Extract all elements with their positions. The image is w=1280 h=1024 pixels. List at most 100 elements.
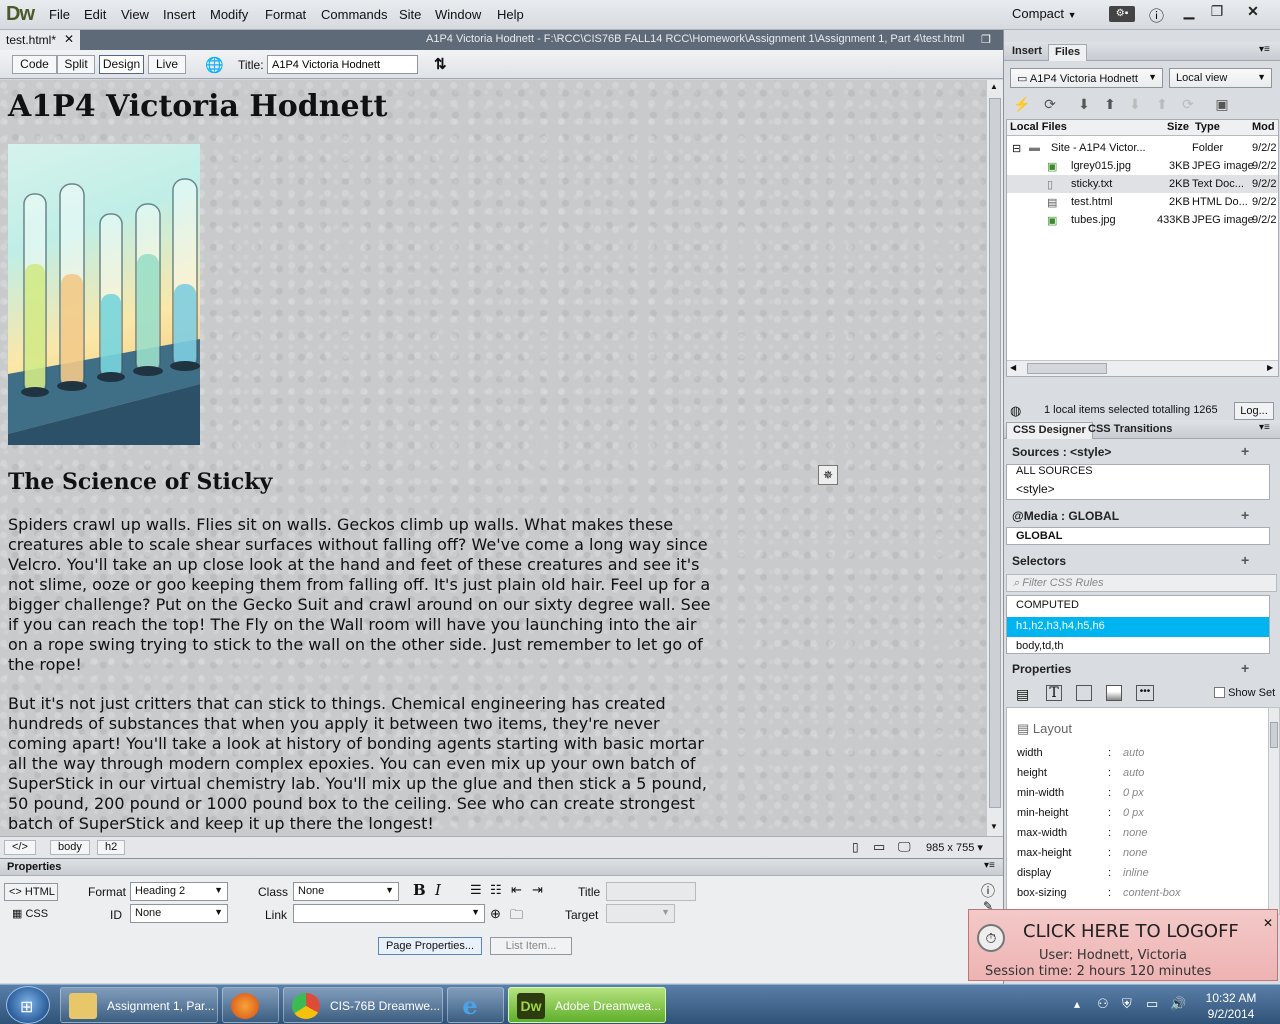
prop-value[interactable]: content-box xyxy=(1123,887,1180,899)
canvas-scrollbar[interactable]: ▲ ▼ xyxy=(986,80,1003,836)
prop-row[interactable]: display: inline xyxy=(1017,864,1267,884)
collapse-icon[interactable]: ⊟ xyxy=(1012,142,1021,155)
close-icon[interactable]: ✕ xyxy=(1263,916,1273,930)
tab-files[interactable]: Files xyxy=(1048,44,1088,61)
design-canvas[interactable]: A1P4 Victoria Hodnett The Science of Sti… xyxy=(0,80,986,836)
design-view-button[interactable]: Design xyxy=(99,55,144,74)
more-category-icon[interactable]: ••• xyxy=(1136,685,1154,701)
add-selector-button[interactable]: + xyxy=(1241,552,1249,568)
prop-row[interactable]: min-width:0 px xyxy=(1017,784,1267,804)
add-media-button[interactable]: + xyxy=(1241,507,1249,523)
restore-doc-icon[interactable]: ❐ xyxy=(981,33,991,46)
point-to-file-icon[interactable]: ⊕ xyxy=(490,906,501,922)
get-files-icon[interactable]: ⬇ xyxy=(1074,96,1094,114)
indent-icon[interactable]: ⇥ xyxy=(532,882,543,898)
menu-insert[interactable]: Insert xyxy=(163,7,196,22)
selector-item[interactable]: body,td,th xyxy=(1016,640,1064,652)
tag-h2[interactable]: h2 xyxy=(97,840,126,855)
menu-edit[interactable]: Edit xyxy=(84,7,106,22)
minimize-button[interactable]: ▁ xyxy=(1175,1,1203,23)
page-properties-button[interactable]: Page Properties... xyxy=(378,937,482,955)
split-view-button[interactable]: Split xyxy=(57,55,95,74)
selector-item-selected[interactable]: h1,h2,h3,h4,h5,h6 xyxy=(1007,617,1269,637)
tag-body[interactable]: body xyxy=(50,840,90,855)
selector-item[interactable]: COMPUTED xyxy=(1016,599,1079,611)
prop-row[interactable]: width: auto xyxy=(1017,744,1267,764)
target-select[interactable]: ▼ xyxy=(606,904,675,923)
bold-icon[interactable]: B xyxy=(413,881,426,899)
section-heading[interactable]: The Science of Sticky xyxy=(8,469,272,495)
taskbar-dreamweaver[interactable]: Dw Adobe Dreamwea... xyxy=(508,987,666,1023)
border-category-icon[interactable] xyxy=(1076,685,1092,701)
file-row[interactable]: ▣ lgrey015.jpg 3KB JPEG image 9/2/2 xyxy=(1007,157,1278,175)
paragraph-2[interactable]: But it's not just critters that can stic… xyxy=(8,694,718,834)
prop-row[interactable]: box-sizing: content-box xyxy=(1017,884,1267,904)
file-transfer-icon[interactable]: ⇅ xyxy=(434,55,447,73)
close-window-button[interactable]: ✕ xyxy=(1239,1,1267,23)
display-tray-icon[interactable]: ▭ xyxy=(1146,996,1158,1012)
unordered-list-icon[interactable]: ☰ xyxy=(470,882,482,898)
scroll-down-icon[interactable]: ▼ xyxy=(990,822,998,831)
prop-value[interactable]: none xyxy=(1123,847,1147,859)
prop-value[interactable]: 0 px xyxy=(1123,807,1144,819)
layout-category-icon[interactable]: ▤ xyxy=(1016,686,1029,703)
prop-row[interactable]: max-height: none xyxy=(1017,844,1267,864)
filter-css-input[interactable]: ⌕ Filter CSS Rules xyxy=(1006,574,1277,592)
anchor-marker-icon[interactable]: ✵ xyxy=(818,465,838,485)
check-in-icon[interactable]: ⬆ xyxy=(1152,96,1172,114)
menu-format[interactable]: Format xyxy=(265,7,306,22)
restore-button[interactable]: ❐ xyxy=(1203,1,1231,23)
put-files-icon[interactable]: ⬆ xyxy=(1100,96,1120,114)
sync-settings-icon[interactable]: ⚙▪ xyxy=(1109,6,1135,22)
connect-icon[interactable]: ⚡ xyxy=(1012,96,1032,114)
scroll-left-icon[interactable]: ◀ xyxy=(1010,363,1016,372)
live-view-button[interactable]: Live xyxy=(148,55,186,74)
tab-insert[interactable]: Insert xyxy=(1006,44,1048,61)
source-item[interactable]: ALL SOURCES xyxy=(1016,465,1093,477)
menu-modify[interactable]: Modify xyxy=(210,7,248,22)
desktop-size-icon[interactable]: 🖵 xyxy=(898,839,911,855)
test-tubes-image[interactable] xyxy=(8,144,200,445)
file-row[interactable]: ▣ tubes.jpg 433KB JPEG image 9/2/2 xyxy=(1007,211,1278,229)
col-type[interactable]: Type xyxy=(1192,120,1249,136)
refresh-icon[interactable]: ⟳ xyxy=(1040,96,1060,114)
view-select[interactable]: Local view ▼ xyxy=(1169,68,1272,88)
prop-value[interactable]: none xyxy=(1123,827,1147,839)
show-hidden-icons[interactable]: ▴ xyxy=(1074,997,1080,1011)
col-mod[interactable]: Mod xyxy=(1249,120,1278,136)
code-navigator-button[interactable]: </> xyxy=(4,840,36,855)
id-select[interactable]: None ▼ xyxy=(130,904,228,923)
prop-row[interactable]: min-height:0 px xyxy=(1017,804,1267,824)
panel-menu-icon[interactable]: ▾≡ xyxy=(984,860,995,871)
tablet-size-icon[interactable]: ▭ xyxy=(873,839,885,855)
menu-window[interactable]: Window xyxy=(435,7,481,22)
title-field-input[interactable] xyxy=(606,882,696,901)
window-size[interactable]: 985 x 755 ▾ xyxy=(926,841,983,854)
taskbar-explorer[interactable]: Assignment 1, Par... xyxy=(60,987,218,1023)
tab-css-designer[interactable]: CSS Designer xyxy=(1006,422,1093,439)
logoff-title[interactable]: CLICK HERE TO LOGOFF xyxy=(1023,921,1239,942)
link-input[interactable]: ▼ xyxy=(293,904,485,923)
prop-value[interactable]: auto xyxy=(1123,747,1144,759)
scrollbar-thumb[interactable] xyxy=(1270,722,1278,748)
workspace-switcher[interactable]: Compact ▼ xyxy=(1012,6,1077,21)
col-local-files[interactable]: Local Files xyxy=(1007,120,1152,136)
menu-view[interactable]: View xyxy=(121,7,149,22)
col-size[interactable]: Size xyxy=(1152,120,1192,136)
css-mode-button[interactable]: ▦ CSS xyxy=(12,907,48,920)
file-row[interactable]: ▤ test.html 2KB HTML Do... 9/2/2 xyxy=(1007,193,1278,211)
help-icon[interactable]: ⓘ xyxy=(981,881,995,901)
file-row[interactable]: ▯ sticky.txt 2KB Text Doc... 9/2/2 xyxy=(1007,175,1278,193)
network-tray-icon[interactable]: ⚇ xyxy=(1097,996,1109,1012)
paragraph-1[interactable]: Spiders crawl up walls. Flies sit on wal… xyxy=(8,515,718,675)
html-mode-button[interactable]: <> HTML xyxy=(4,883,58,901)
log-button[interactable]: Log... xyxy=(1234,402,1274,420)
prop-value[interactable]: auto xyxy=(1123,767,1144,779)
horizontal-scrollbar[interactable]: ◀ ▶ xyxy=(1007,360,1278,376)
menu-commands[interactable]: Commands xyxy=(321,7,387,22)
taskbar-ie[interactable]: e xyxy=(447,987,504,1023)
outdent-icon[interactable]: ⇤ xyxy=(511,882,522,898)
prop-row[interactable]: height: auto xyxy=(1017,764,1267,784)
tab-css-transitions[interactable]: CSS Transitions xyxy=(1082,422,1178,439)
code-view-button[interactable]: Code xyxy=(12,55,57,74)
